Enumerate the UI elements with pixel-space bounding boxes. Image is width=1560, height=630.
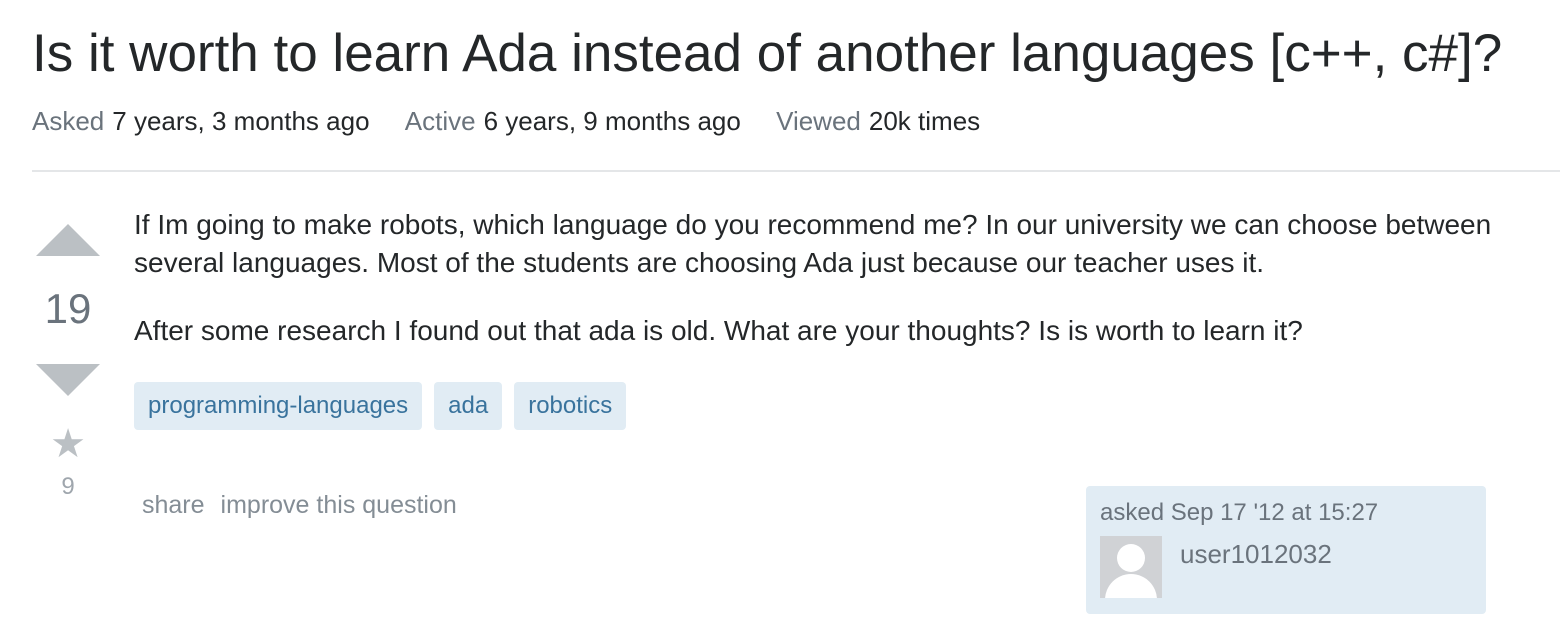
favorite-count: 9 (61, 473, 75, 500)
tag-robotics[interactable]: robotics (514, 382, 627, 430)
vote-count: 19 (44, 285, 92, 332)
avatar[interactable] (1100, 536, 1162, 598)
downvote-arrow-icon[interactable] (36, 364, 100, 396)
share-link[interactable]: share (142, 491, 205, 519)
star-icon[interactable]: ★ (48, 422, 88, 466)
tag-list: programming-languages ada robotics (134, 382, 627, 430)
post-menu: share improve this question (142, 490, 473, 520)
asked-label: Asked (32, 106, 105, 136)
active-value[interactable]: 6 years, 9 months ago (484, 106, 741, 136)
body-paragraph: After some research I found out that ada… (134, 315, 1303, 346)
question-body: If Im going to make robots, which langua… (134, 206, 1494, 350)
tag-programming-languages[interactable]: programming-languages (134, 382, 423, 430)
tag-ada[interactable]: ada (434, 382, 503, 430)
owner-card: asked Sep 17 '12 at 15:27 user1012032 (1086, 486, 1486, 614)
header-divider (32, 170, 1560, 172)
active-info: Active 6 years, 9 months ago (405, 104, 741, 138)
asked-info: Asked 7 years, 3 months ago (32, 104, 370, 138)
avatar-body-shape (1105, 574, 1157, 598)
user-name-link[interactable]: user1012032 (1180, 538, 1332, 570)
asked-value: 7 years, 3 months ago (112, 106, 370, 136)
body-paragraph: If Im going to make robots, which langua… (134, 209, 1492, 278)
viewed-value: 20k times (868, 106, 981, 136)
asked-timestamp[interactable]: asked Sep 17 '12 at 15:27 (1100, 498, 1378, 528)
question-title[interactable]: Is it worth to learn Ada instead of anot… (32, 22, 1502, 86)
active-label: Active (404, 106, 476, 136)
question-meta: Asked 7 years, 3 months ago Active 6 years… (32, 104, 1008, 138)
improve-question-link[interactable]: improve this question (221, 491, 457, 519)
upvote-arrow-icon[interactable] (36, 224, 100, 256)
viewed-label: Viewed (776, 106, 861, 136)
avatar-head-shape (1117, 544, 1145, 572)
viewed-info: Viewed 20k times (776, 104, 980, 138)
